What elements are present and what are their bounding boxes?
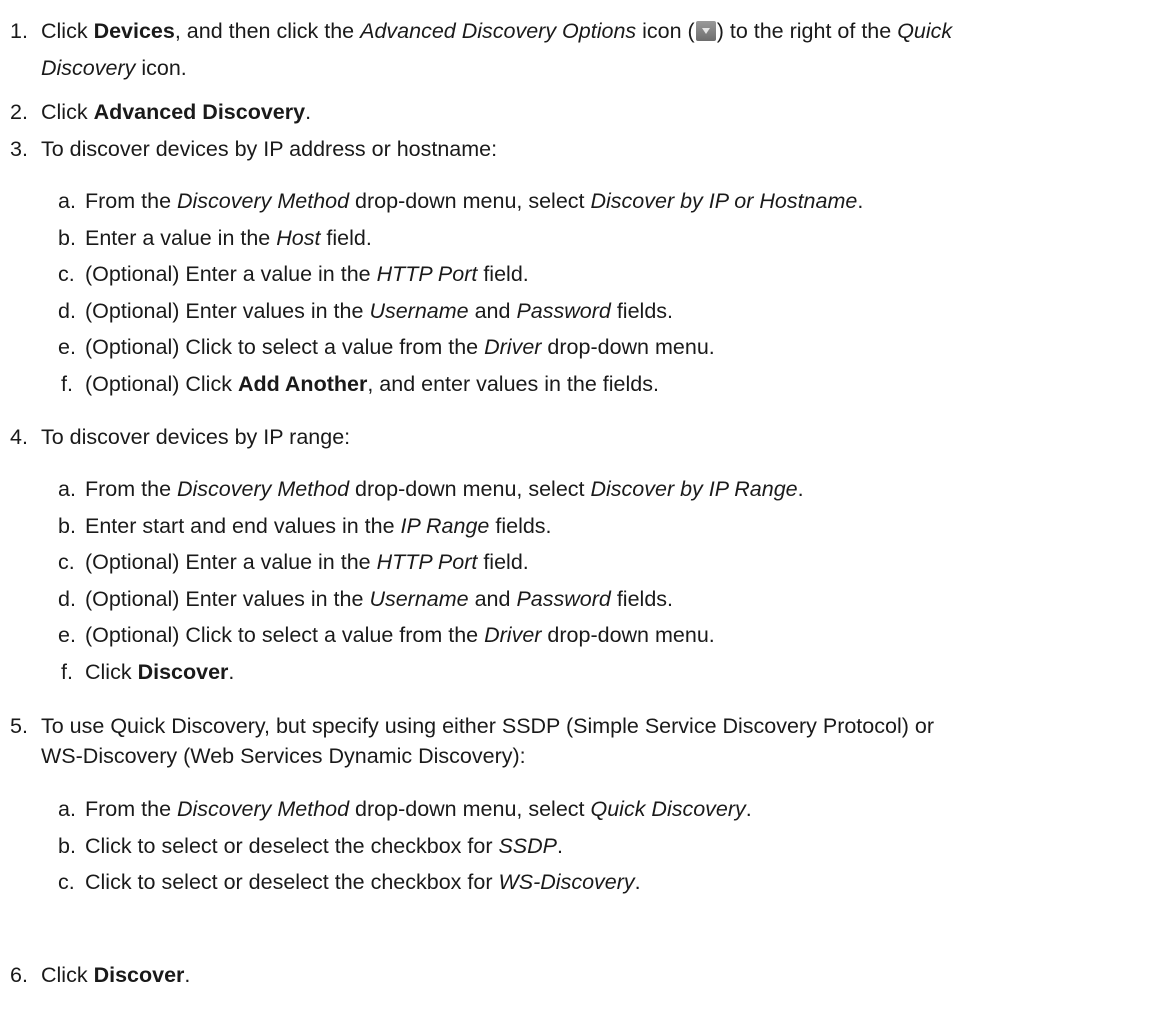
step-text-cont: WS-Discovery (Web Services Dynamic Disco… [41,744,526,768]
step-number: 5. [10,714,28,738]
step-text: To use Quick Discovery, but specify usin… [41,714,934,738]
step-number: 4. [10,425,28,449]
advanced-discovery-label: Advanced Discovery [93,100,306,124]
step-text: Click Discover. [41,963,191,987]
instructions-document: 1. Click Devices, and then click the Adv… [10,19,953,987]
step-number: 3. [10,137,28,161]
dropdown-arrow-icon [695,21,716,41]
devices-label: Devices [93,19,175,43]
step-number: 6. [10,963,28,987]
advanced-discovery-options-label: Advanced Discovery Options [360,19,637,43]
step-text: To discover devices by IP range: [41,425,351,449]
step-number: 2. [10,100,28,124]
step-text: Click Advanced Discovery. [41,100,312,124]
discover-label: Discover [93,963,185,987]
step-text: Click Devices, and then click the Advanc… [41,19,953,43]
step-number: 1. [10,19,28,43]
step-text: To discover devices by IP address or hos… [41,137,498,161]
step-text-cont: Discovery icon. [41,56,187,80]
